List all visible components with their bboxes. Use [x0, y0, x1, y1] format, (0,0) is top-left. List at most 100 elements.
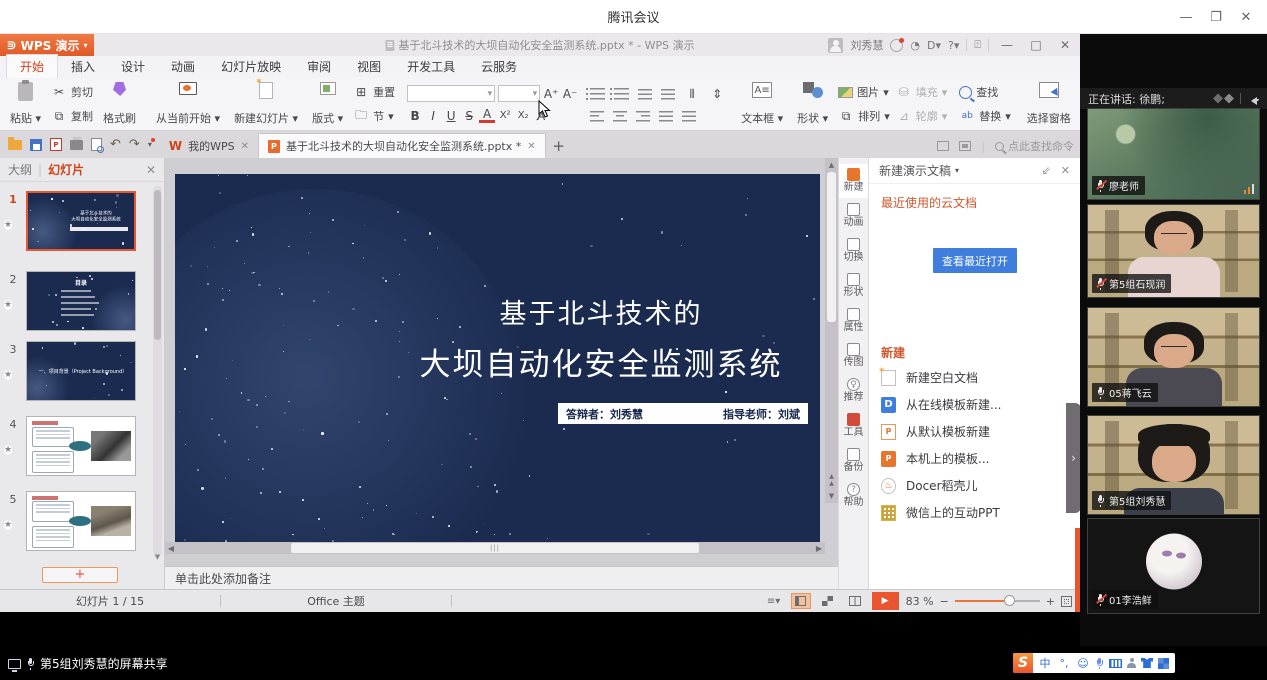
notes-toggle-icon[interactable]: ≡▾ [764, 593, 784, 609]
back-arrow-icon[interactable] [1247, 94, 1259, 104]
task-pane-title[interactable]: 新建演示文稿 [879, 162, 951, 179]
doc-tab-presentation[interactable]: P 基于北斗技术的大坝自动化安全监测系统.pptx * ✕ [258, 133, 546, 158]
input-method-bar[interactable]: S 中 °, ☺ [1013, 653, 1175, 673]
sidetool-transition[interactable]: 切换 [839, 234, 869, 268]
zoom-out-button[interactable]: − [940, 595, 949, 608]
align-left-button[interactable] [590, 111, 604, 122]
vertical-scrollbar[interactable]: ▲ ▲▲ ▼ [825, 158, 838, 503]
pane-resize-icon[interactable]: ⇙ [1042, 164, 1051, 177]
help-icon[interactable]: ?▾ [948, 39, 959, 52]
text-direction-button[interactable]: ⫴ [684, 87, 700, 102]
picture-button[interactable]: 图片 ▾ [838, 82, 890, 102]
new-blank-doc-item[interactable]: 新建空白文档 [881, 364, 1070, 391]
slide-thumbnail-3[interactable]: 一、项目背景（Project Background） [26, 341, 136, 401]
panel-scrollbar[interactable] [153, 186, 162, 556]
previous-slide-button[interactable]: ▲▲ [829, 473, 834, 489]
sidetool-recommend[interactable]: ♀推荐 [839, 374, 869, 408]
align-right-button[interactable] [636, 111, 650, 122]
user-avatar[interactable] [828, 38, 843, 53]
print-icon[interactable] [70, 140, 83, 150]
sidetool-tools[interactable]: 工具 [839, 409, 869, 443]
restore-button[interactable]: ❐ [1201, 10, 1231, 25]
soft-keyboard-icon[interactable] [1109, 659, 1122, 668]
notes-area[interactable]: 单击此处添加备注 [165, 566, 838, 589]
wps-maximize-button[interactable]: □ [1025, 38, 1047, 52]
cut-button[interactable]: ✂剪切 [51, 82, 93, 102]
panel-scroll-down-icon[interactable]: ▼ [153, 553, 162, 561]
font-color-button[interactable]: A [479, 109, 495, 123]
font-name-select[interactable]: ▾ [407, 85, 495, 102]
tab-review[interactable]: 审阅 [294, 55, 344, 78]
tab-animation[interactable]: 动画 [158, 55, 208, 78]
participant-video-5[interactable]: 01李浩鲜 [1087, 518, 1260, 614]
customize-toolbar-icon[interactable]: ▾ [148, 140, 152, 149]
zoom-slider-thumb[interactable] [1004, 595, 1015, 606]
copy-button[interactable]: ⧉复制 [51, 106, 93, 126]
feedback-icon[interactable] [959, 141, 971, 151]
paste-button[interactable]: 粘贴 ▾ [6, 81, 45, 127]
replace-button[interactable]: ab替换 ▾ [959, 106, 1011, 126]
lang-mode-toggle[interactable]: 中 [1038, 655, 1052, 671]
wps-close-button[interactable]: ✕ [1054, 38, 1076, 52]
docer-shell-item[interactable]: ♨Docer稻壳儿 [881, 472, 1070, 499]
eye-protect-icon[interactable] [937, 141, 949, 151]
normal-view-button[interactable] [791, 593, 811, 609]
participant-video-1[interactable]: 廖老师 [1087, 108, 1260, 200]
docer-menu-icon[interactable]: D▾ [927, 39, 941, 52]
skin-icon[interactable] [1141, 658, 1153, 668]
textbox-button[interactable]: A≡ 文本框 ▾ [737, 81, 787, 127]
close-tab-icon[interactable]: ✕ [241, 141, 249, 152]
find-button[interactable]: 查找 [959, 82, 1011, 102]
scroll-left-icon[interactable]: ◀ [165, 544, 177, 553]
sidetool-upload-image[interactable]: 传图 [839, 339, 869, 373]
sidetool-help[interactable]: ?帮助 [839, 479, 869, 513]
bullet-list-button[interactable] [590, 88, 605, 100]
reading-view-button[interactable] [845, 593, 865, 609]
italic-button[interactable]: I [425, 109, 441, 123]
zoom-slider[interactable] [955, 600, 1040, 602]
pane-collapse-handle[interactable]: › [1066, 403, 1081, 513]
add-slide-button[interactable]: + [42, 567, 118, 583]
slide-thumbnail-1[interactable]: 基于北斗技术的大坝自动化安全监测系统 [26, 191, 136, 251]
numbered-list-button[interactable] [614, 88, 629, 100]
outline-button[interactable]: ⊿轮廓 ▾ [896, 106, 948, 126]
line-spacing-button[interactable]: ⇕ [709, 87, 725, 101]
pane-close-icon[interactable]: ✕ [1061, 164, 1070, 177]
view-recent-button[interactable]: 查看最近打开 [933, 248, 1017, 273]
sync-icon[interactable]: ◔ [910, 39, 920, 52]
account-icon[interactable] [1127, 658, 1136, 668]
slide-sorter-button[interactable] [818, 593, 838, 609]
horizontal-scrollbar[interactable]: ◀ ||| ▶ [165, 542, 825, 554]
tab-slideshow[interactable]: 幻灯片放映 [208, 55, 294, 78]
online-template-item[interactable]: D从在线模板新建... [881, 391, 1070, 418]
doc-tab-mywps[interactable]: W 我的WPS ✕ [160, 134, 258, 158]
bold-button[interactable]: B [407, 109, 423, 123]
play-slideshow-button[interactable]: ▶ [872, 592, 899, 610]
punctuation-toggle[interactable]: °, [1057, 657, 1071, 670]
minimize-button[interactable]: — [1171, 10, 1201, 25]
export-pdf-icon[interactable]: P [50, 138, 62, 151]
close-button[interactable]: ✕ [1231, 10, 1261, 25]
close-panel-icon[interactable]: ✕ [146, 163, 156, 177]
find-command-box[interactable]: 点此查找命令 [995, 138, 1074, 154]
new-tab-button[interactable]: + [546, 134, 572, 158]
vertical-scroll-thumb[interactable] [827, 172, 836, 322]
participant-video-4[interactable]: 第5组刘秀慧 [1087, 415, 1260, 515]
undo-icon[interactable]: ↶ [110, 137, 121, 152]
print-preview-icon[interactable] [91, 138, 102, 151]
tab-view[interactable]: 视图 [344, 55, 394, 78]
sidetool-shapes[interactable]: 形状 [839, 269, 869, 303]
sidetool-properties[interactable]: 属性 [839, 304, 869, 338]
user-name[interactable]: 刘秀慧 [850, 37, 883, 53]
new-slide-button[interactable]: 新建幻灯片 ▾ [230, 81, 302, 127]
local-template-item[interactable]: P本机上的模板... [881, 445, 1070, 472]
toolbox-grid-icon[interactable] [1158, 658, 1169, 669]
sidetool-backup[interactable]: 备份 [839, 444, 869, 478]
tab-insert[interactable]: 插入 [58, 55, 108, 78]
selection-pane-button[interactable]: 选择窗格 [1023, 81, 1075, 127]
zoom-in-button[interactable]: + [1046, 595, 1055, 608]
close-tab-icon[interactable]: ✕ [527, 141, 535, 152]
chevron-down-icon[interactable]: ▾ [955, 166, 959, 175]
default-template-item[interactable]: P从默认模板新建 [881, 418, 1070, 445]
strikethrough-button[interactable]: S [461, 109, 477, 123]
